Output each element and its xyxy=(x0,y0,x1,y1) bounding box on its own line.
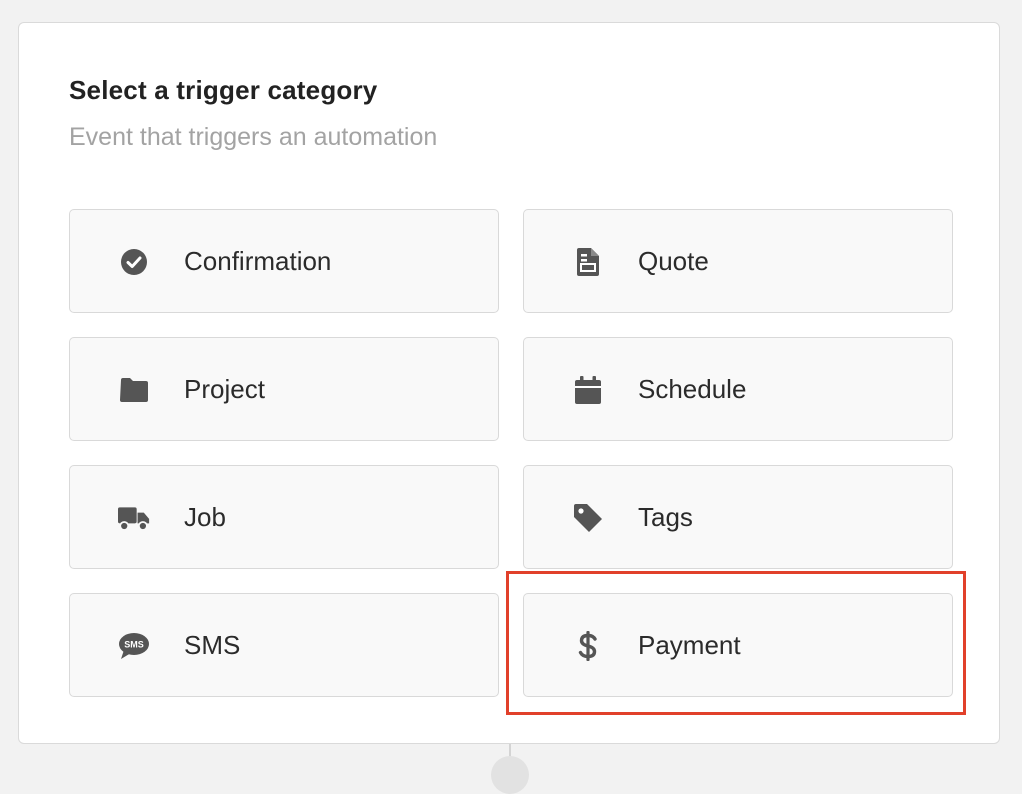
category-label: Payment xyxy=(638,629,741,660)
category-quote-card[interactable]: Quote xyxy=(523,209,953,313)
category-label: Quote xyxy=(638,245,709,276)
folder-icon xyxy=(118,374,150,406)
panel-title: Select a trigger category xyxy=(69,75,378,105)
category-label: Schedule xyxy=(638,373,747,404)
category-confirmation-card[interactable]: Confirmation xyxy=(69,209,499,313)
tag-icon xyxy=(572,502,604,534)
dollar-icon xyxy=(572,630,604,662)
category-label: SMS xyxy=(184,629,241,660)
category-label: Job xyxy=(184,501,226,532)
truck-icon xyxy=(118,502,150,534)
category-tags-card[interactable]: Tags xyxy=(523,465,953,569)
trigger-category-panel: Select a trigger category Event that tri… xyxy=(18,22,1000,744)
category-label: Confirmation xyxy=(184,245,332,276)
flow-connector-node[interactable] xyxy=(491,756,529,794)
category-label: Project xyxy=(184,373,265,404)
category-job-card[interactable]: Job xyxy=(69,465,499,569)
category-schedule-card[interactable]: Schedule xyxy=(523,337,953,441)
category-project-card[interactable]: Project xyxy=(69,337,499,441)
sms-bubble-icon: SMS xyxy=(118,630,150,662)
category-sms-card[interactable]: SMS SMS xyxy=(69,593,499,697)
svg-text:SMS: SMS xyxy=(124,640,144,650)
category-payment-card[interactable]: Payment xyxy=(523,593,953,697)
document-icon xyxy=(572,246,604,278)
category-label: Tags xyxy=(638,501,693,532)
panel-subtitle: Event that triggers an automation xyxy=(69,123,438,151)
check-circle-icon xyxy=(118,246,150,278)
calendar-icon xyxy=(572,374,604,406)
